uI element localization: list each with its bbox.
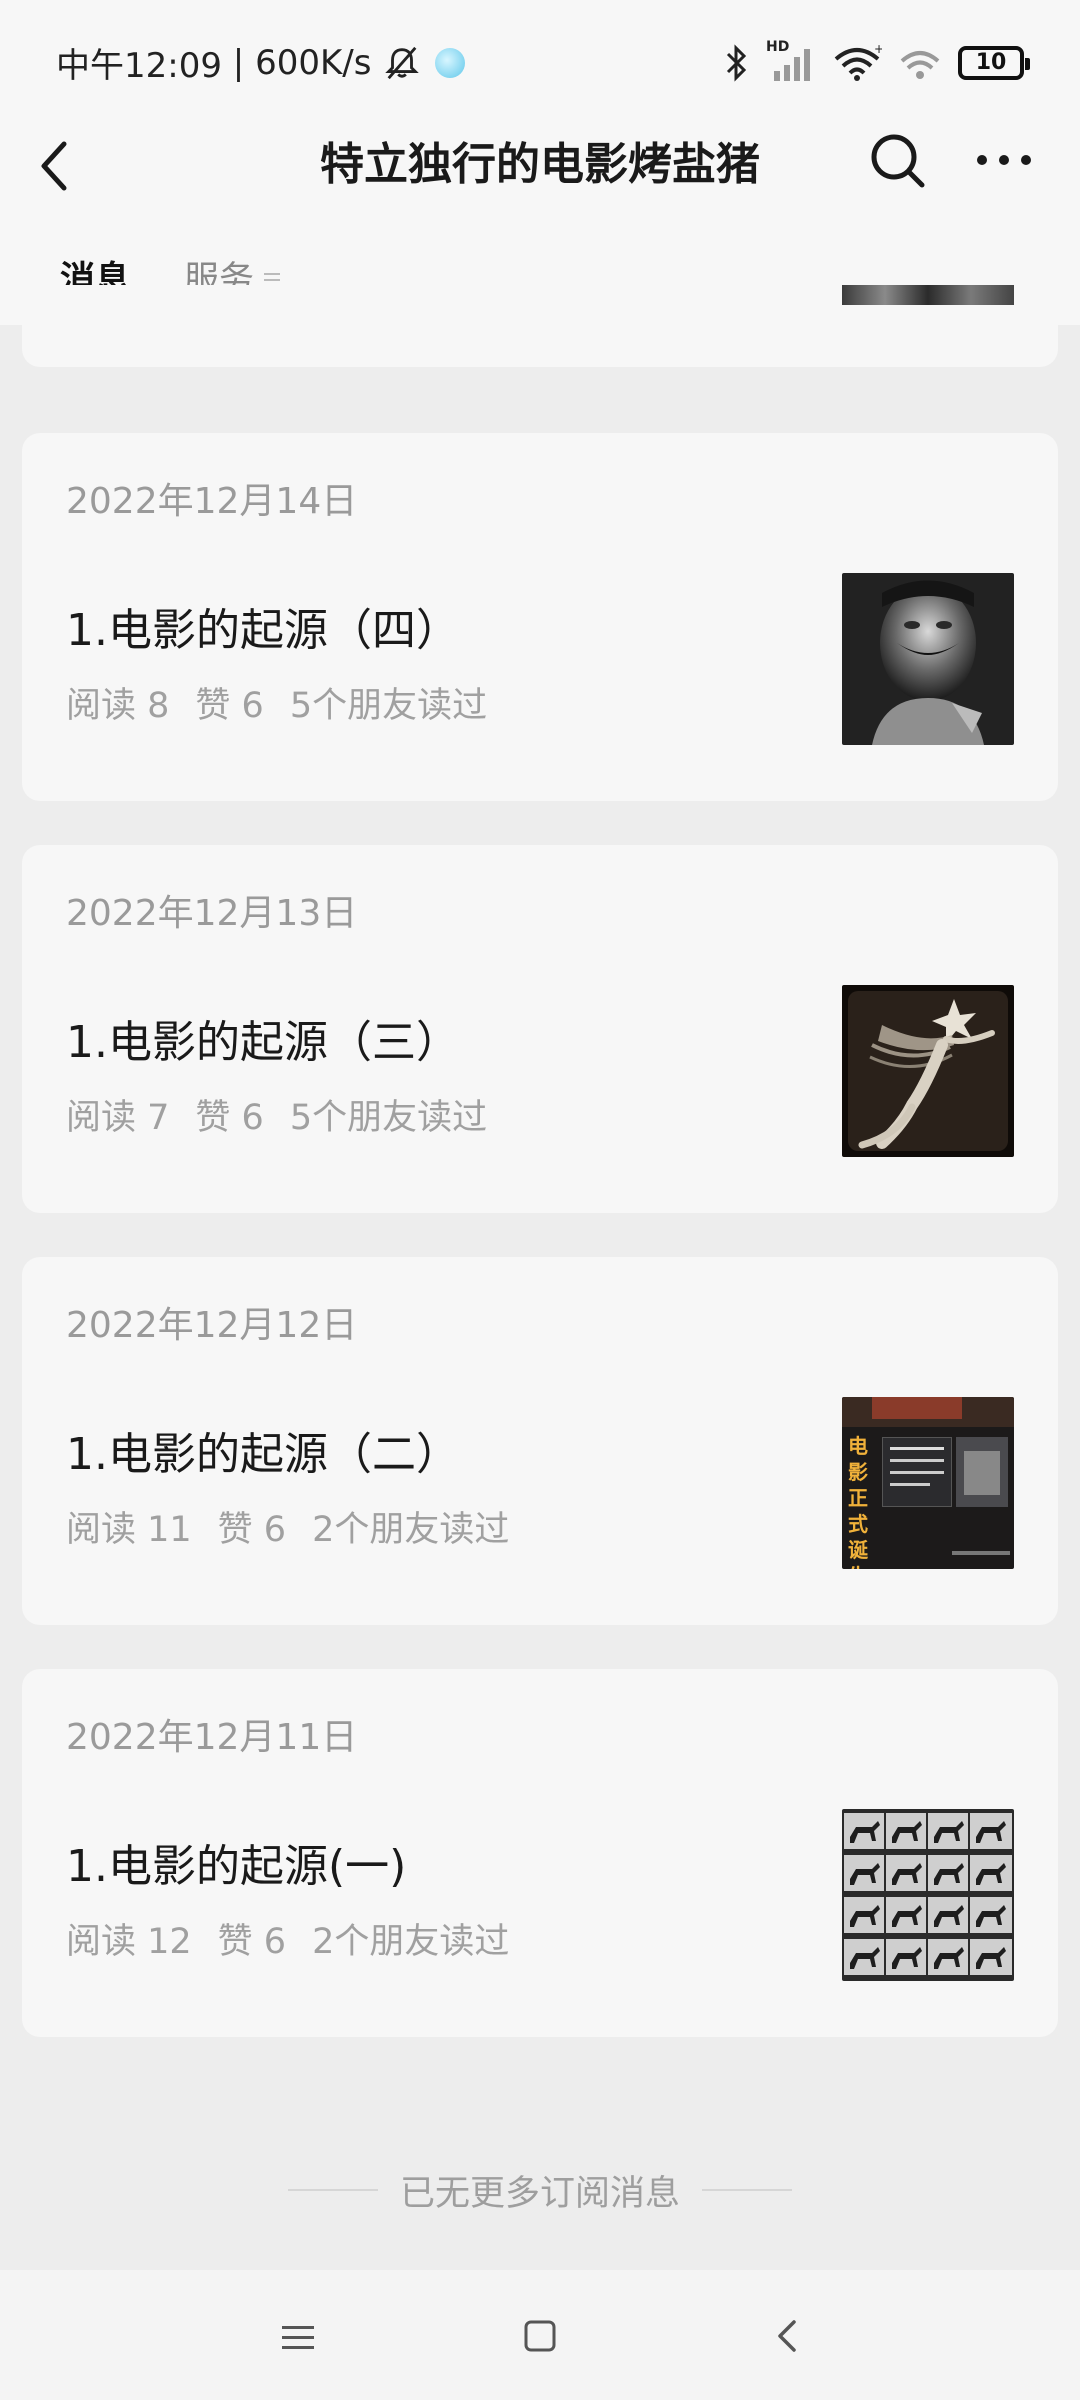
read-count: 阅读 7 [66,1098,170,1138]
wifi-icon: + [834,43,882,81]
like-count: 赞 6 [195,1098,264,1138]
article-date: 2022年12月11日 [66,1717,358,1758]
thumbnail-caption: 电影正式诞生 [848,1434,868,1569]
system-back-icon[interactable] [770,2308,806,2368]
search-icon[interactable] [868,131,928,191]
divider [702,2189,792,2191]
recent-apps-icon[interactable] [280,2308,316,2368]
more-options-icon[interactable] [974,145,1034,175]
article-thumbnail[interactable] [842,985,1014,1157]
thumbnail-watermark [952,1551,1010,1555]
thumbnail-photo-inner [964,1451,1000,1495]
article-thumbnail [842,285,1014,305]
thumbnail-text-line [890,1447,944,1450]
like-count: 赞 6 [217,1922,287,1962]
status-separator: | [221,42,256,83]
svg-text:+: + [874,43,882,56]
end-of-list: 已无更多订阅消息 [0,2165,1080,2215]
article-date: 2022年12月14日 [66,481,358,522]
status-bar: 中午12:09 | 600K/s HD + 10 [0,0,1080,125]
thumbnail-sign [872,1397,962,1419]
article-stats: 阅读 12 赞 6 2个朋友读过 [66,1919,509,1965]
cell-signal-icon: HD [766,39,816,83]
status-right: HD + 10 [724,39,1030,83]
read-count: 阅读 8 [66,686,170,726]
article-card[interactable]: 2022年12月12日 1.电影的起源（二） 阅读 11 赞 6 2个朋友读过 … [22,1257,1058,1625]
article-thumbnail[interactable]: 电影正式诞生 [842,1397,1014,1569]
like-count: 赞 6 [195,686,264,726]
status-left: 中午12:09 | 600K/s [56,38,466,87]
read-count: 阅读 12 [66,1922,192,1962]
article-thumbnail[interactable] [842,1809,1014,1981]
article-card[interactable]: 2022年12月13日 1.电影的起源（三） 阅读 7 赞 6 5个朋友读过 [22,845,1058,1213]
article-date: 2022年12月13日 [66,893,358,934]
article-card-partial[interactable] [22,285,1058,367]
app-notification-icon [435,47,466,78]
thumbnail-text-line [890,1459,944,1462]
article-card[interactable]: 2022年12月14日 1.电影的起源（四） 阅读 8 赞 6 5个朋友读过 [22,433,1058,801]
friends-read: 5个朋友读过 [289,686,488,726]
bell-muted-icon [385,46,420,79]
like-count: 赞 6 [217,1510,287,1550]
system-navigation-bar [0,2270,1080,2400]
battery-level: 10 [975,50,1007,75]
friends-read: 2个朋友读过 [312,1922,510,1962]
bluetooth-icon [726,43,747,82]
battery-indicator: 10 [958,45,1030,80]
article-title[interactable]: 1.电影的起源（三） [66,1015,460,1071]
article-stats: 阅读 8 赞 6 5个朋友读过 [66,683,487,729]
article-stats: 阅读 7 赞 6 5个朋友读过 [66,1095,487,1141]
article-title[interactable]: 1.电影的起源（二） [66,1427,460,1483]
divider [287,2189,378,2191]
home-icon[interactable] [522,2308,558,2368]
read-count: 阅读 11 [66,1510,192,1550]
article-title[interactable]: 1.电影的起源(一) [66,1839,406,1895]
thumbnail-text-line [890,1471,944,1474]
article-thumbnail[interactable] [842,573,1014,745]
status-time: 中午12:09 [56,46,222,86]
thumbnail-text-line [890,1483,930,1486]
friends-read: 2个朋友读过 [312,1510,510,1550]
article-stats: 阅读 11 赞 6 2个朋友读过 [66,1507,509,1553]
end-of-list-text: 已无更多订阅消息 [399,2173,680,2214]
article-date: 2022年12月12日 [66,1305,358,1346]
article-card[interactable]: 2022年12月11日 1.电影的起源(一) 阅读 12 赞 6 2个朋友读过 [22,1669,1058,2037]
status-network-speed: 600K/s [255,42,372,83]
article-title[interactable]: 1.电影的起源（四） [66,603,460,659]
friends-read: 5个朋友读过 [289,1098,488,1138]
wifi-secondary-icon [900,50,940,79]
